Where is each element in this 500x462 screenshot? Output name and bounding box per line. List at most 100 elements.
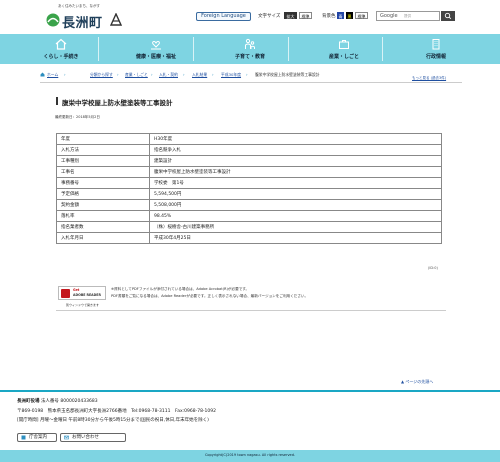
corporate-number: 法人番号 8000020433683 — [40, 399, 98, 404]
table-row: 予定価格 5,594,500円 — [56, 188, 442, 200]
row-value: 平成30年4月25日 — [149, 232, 442, 244]
nav-item-childcare[interactable]: 子育て・教育 — [220, 34, 280, 64]
breadcrumb-item[interactable]: 産業・しごと — [125, 72, 148, 78]
contact-label: お問い合わせ — [72, 435, 99, 440]
row-value: 98.45% — [149, 210, 442, 222]
search-input[interactable]: Google 提供 — [376, 11, 440, 21]
heart-hands-icon — [151, 41, 161, 50]
search-icon — [444, 12, 452, 20]
bg-blue-button[interactable]: 青 — [337, 12, 344, 19]
breadcrumb-separator-icon: › — [117, 72, 119, 77]
search-button[interactable] — [441, 11, 455, 21]
badge-get-label: Get — [73, 288, 80, 292]
text-size-standard-button[interactable]: 標準 — [299, 12, 312, 19]
house-icon — [55, 38, 67, 50]
row-value: 学校委 第1号 — [149, 177, 442, 189]
row-key: 事務番号 — [56, 177, 150, 189]
nav-item-living[interactable]: くらし・手続き — [31, 34, 91, 64]
search-google-label: Google — [380, 13, 398, 19]
breadcrumb-item[interactable]: 分類から探す — [90, 72, 113, 78]
bg-standard-button[interactable]: 標準 — [355, 12, 368, 19]
site-logo[interactable]: あく住みたいまち、ながす 長洲町 — [46, 4, 132, 31]
title-accent — [56, 97, 58, 105]
text-size-large-button[interactable]: 拡大 — [284, 12, 297, 19]
table-row: 契約金額 5,508,000円 — [56, 199, 442, 211]
bid-result-table: 年度 H30年度 入札方法 指名競争入札 工事種別 建築設計 工事名 腹栄中学校屋上防水… — [56, 133, 442, 244]
building-icon — [432, 39, 440, 50]
adobe-reader-icon — [61, 289, 70, 298]
row-key: 年度 — [56, 133, 150, 145]
row-value: 腹栄中学校屋上防水壁塗装等工事設計 — [149, 166, 442, 178]
row-value: 建築設計 — [149, 155, 442, 167]
nav-item-administration[interactable]: 行政情報 — [406, 34, 466, 64]
mail-icon — [64, 435, 69, 440]
more-link[interactable]: もっと見る (過去3件) — [412, 76, 446, 81]
breadcrumb-item[interactable]: 平成30年度 — [221, 72, 241, 78]
breadcrumb-current: 腹栄中学校屋上防水壁塗装等工事設計 — [255, 72, 320, 77]
row-key: 入札方法 — [56, 144, 150, 156]
global-nav: くらし・手続き 健康・医療・福祉 子育て・教育 産業・しごと 行政情報 — [0, 34, 500, 64]
nav-divider — [288, 37, 289, 61]
row-key: 工事種別 — [56, 155, 150, 167]
contact-button[interactable]: お問い合わせ — [60, 433, 126, 442]
nav-label: 子育て・教育 — [234, 54, 265, 60]
table-row: 工事種別 建築設計 — [56, 155, 442, 167]
breadcrumb-item[interactable]: 入札結果 — [192, 72, 207, 78]
badge-reader-label: ADOBE READER — [73, 293, 101, 297]
table-row: 事務番号 学校委 第1号 — [56, 177, 442, 189]
row-key: 工事名 — [56, 166, 150, 178]
search-provider-label: 提供 — [404, 14, 411, 18]
row-key: 入札年月日 — [56, 232, 150, 244]
office-guide-button[interactable]: 庁舎案内 — [17, 433, 57, 442]
logo-tagline: あく住みたいまち、ながす — [58, 4, 100, 8]
row-key: 契約金額 — [56, 199, 150, 211]
page-id: (ID:0) — [428, 266, 438, 270]
back-to-top-link[interactable]: ▲ ページの先頭へ — [401, 379, 433, 385]
row-key: 予定価格 — [56, 188, 150, 200]
breadcrumb-separator-icon: › — [64, 72, 66, 77]
table-row: 入札方法 指名競争入札 — [56, 144, 442, 156]
pdf-note-line2: PDF書類をご覧になる場合は、Adobe Readerが必要です。正しく表示され… — [111, 294, 309, 298]
breadcrumb: ホーム › 分類から探す › 産業・しごと › 入札・契約 › 入札結果 › 平… — [40, 72, 420, 80]
row-key: 指名業者数 — [56, 221, 150, 233]
breadcrumb-home[interactable]: ホーム — [47, 72, 58, 78]
bg-black-button[interactable]: 黒 — [346, 12, 353, 19]
pdf-notice: Get ADOBE READER 別ウィンドウで開きます ※資料としてPDFファ… — [56, 283, 446, 313]
nav-label: 産業・しごと — [328, 54, 359, 60]
last-updated: 最終更新日：2018年5月2日 — [55, 115, 100, 119]
office-info: 長洲町役場 法人番号 8000020433683 — [17, 398, 98, 404]
briefcase-icon — [339, 40, 349, 49]
table-row: 入札年月日 平成30年4月25日 — [56, 232, 442, 244]
office-address: 〒869-0198 熊本県玉名郡長洲町大字長洲2766番地 Tel:0968-7… — [17, 409, 217, 414]
text-size-label: 文字サイズ — [258, 14, 281, 19]
nav-item-industry[interactable]: 産業・しごと — [314, 34, 374, 64]
row-value: 指名競争入札 — [149, 144, 442, 156]
nav-item-health[interactable]: 健康・医療・福祉 — [126, 34, 186, 64]
breadcrumb-item[interactable]: 入札・契約 — [159, 72, 178, 78]
building-icon — [21, 435, 26, 440]
site-header: あく住みたいまち、ながす 長洲町 Foreign Language 文字サイズ … — [0, 0, 500, 34]
table-row: 年度 H30年度 — [56, 133, 442, 145]
foreign-language-button[interactable]: Foreign Language — [196, 12, 251, 21]
row-value: （株）桜樹舎-古川建築事務所 — [149, 221, 442, 233]
breadcrumb-separator-icon: › — [151, 72, 153, 77]
adobe-reader-download-link[interactable]: Get ADOBE READER — [58, 286, 106, 300]
nav-label: くらし・手続き — [43, 54, 79, 60]
page-title: 腹栄中学校屋上防水壁塗装等工事設計 — [62, 99, 173, 107]
row-value: 5,594,500円 — [149, 188, 442, 200]
breadcrumb-separator-icon: › — [212, 72, 214, 77]
bg-color-label: 背景色 — [322, 14, 336, 19]
family-icon — [245, 38, 255, 49]
office-hours: [開庁時間] 月曜～金曜日 午前8時30分から午後5時15分まで(国民の祝日,休… — [17, 418, 209, 423]
nav-divider — [98, 37, 99, 61]
row-value: H30年度 — [149, 133, 442, 145]
logo-text: 長洲町 — [62, 16, 103, 31]
table-row: 指名業者数 （株）桜樹舎-古川建築事務所 — [56, 221, 442, 233]
breadcrumb-separator-icon: › — [183, 72, 185, 77]
table-row: 落札率 98.45% — [56, 210, 442, 222]
row-key: 落札率 — [56, 210, 150, 222]
table-row: 工事名 腹栄中学校屋上防水壁塗装等工事設計 — [56, 166, 442, 178]
nav-divider — [193, 37, 194, 61]
nav-divider — [382, 37, 383, 61]
page-heading: 腹栄中学校屋上防水壁塗装等工事設計 — [56, 97, 446, 107]
